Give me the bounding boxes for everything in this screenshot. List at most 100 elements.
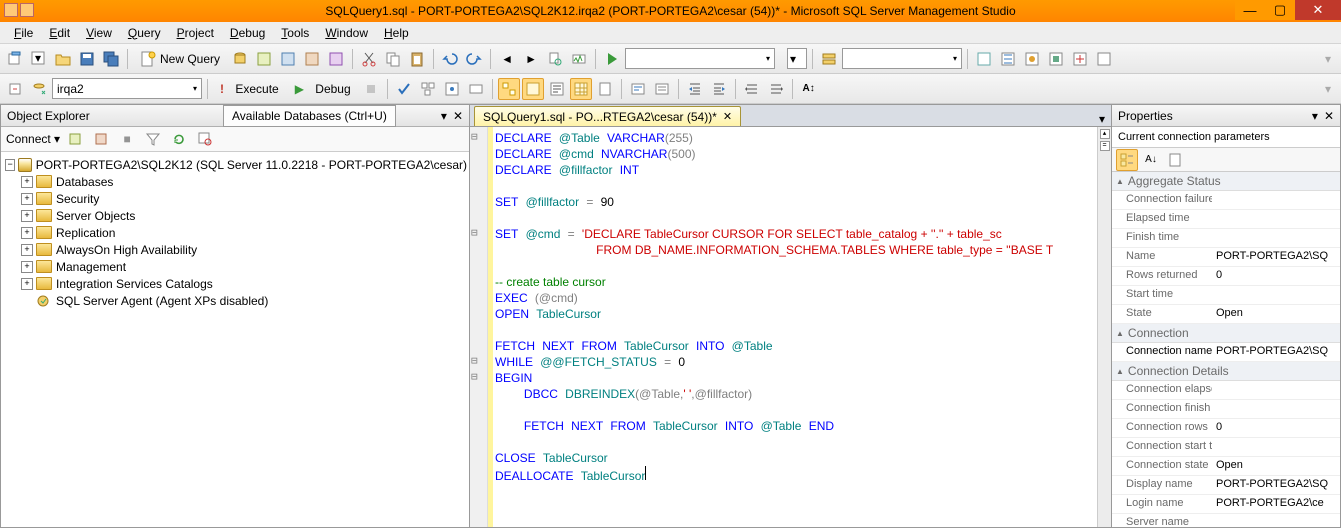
increase-indent-icon[interactable] xyxy=(765,78,787,100)
outline-collapse-icon[interactable]: ⊟ xyxy=(471,370,478,383)
menu-help[interactable]: Help xyxy=(376,23,417,43)
results-to-file-icon[interactable] xyxy=(594,78,616,100)
save-icon[interactable] xyxy=(76,48,98,70)
menu-edit[interactable]: Edit xyxy=(41,23,78,43)
tool-6-icon[interactable] xyxy=(1093,48,1115,70)
close-button[interactable]: ✕ xyxy=(1295,0,1341,20)
comment-icon[interactable] xyxy=(627,78,649,100)
activity-monitor-icon[interactable] xyxy=(568,48,590,70)
undo-icon[interactable] xyxy=(439,48,461,70)
solution-combo2[interactable]: ▾ xyxy=(842,48,962,69)
estimated-plan-icon[interactable] xyxy=(417,78,439,100)
outline-collapse-icon[interactable]: ⊟ xyxy=(471,130,478,143)
expand-icon[interactable]: + xyxy=(21,278,33,290)
tree-node[interactable]: +Databases xyxy=(3,173,467,190)
menu-view[interactable]: View xyxy=(78,23,120,43)
expand-icon[interactable]: + xyxy=(21,227,33,239)
prop-row[interactable]: Start time xyxy=(1112,286,1340,305)
prop-category[interactable]: ▲Connection Details xyxy=(1112,362,1340,381)
prop-row[interactable]: Login namePORT-PORTEGA2\ce xyxy=(1112,495,1340,514)
menu-file[interactable]: File xyxy=(6,23,41,43)
prop-row[interactable]: Connection failure xyxy=(1112,191,1340,210)
new-query-button[interactable]: New Query xyxy=(133,48,227,70)
menu-tools[interactable]: Tools xyxy=(273,23,317,43)
oe-stop-icon[interactable]: ■ xyxy=(116,128,138,150)
prop-row[interactable]: Connection namePORT-PORTEGA2\SQ xyxy=(1112,343,1340,362)
maximize-button[interactable]: ▢ xyxy=(1265,0,1295,20)
object-explorer-tree[interactable]: − PORT-PORTEGA2\SQL2K12 (SQL Server 11.0… xyxy=(1,152,469,527)
outline-collapse-icon[interactable]: ⊟ xyxy=(471,354,478,367)
alphabetical-icon[interactable]: A↓ xyxy=(1140,149,1162,171)
menu-debug[interactable]: Debug xyxy=(222,23,273,43)
cut-icon[interactable] xyxy=(358,48,380,70)
prop-row[interactable]: StateOpen xyxy=(1112,305,1340,324)
property-pages-icon[interactable] xyxy=(1164,149,1186,171)
tool-1-icon[interactable] xyxy=(973,48,995,70)
intellisense-icon[interactable] xyxy=(465,78,487,100)
tree-node[interactable]: +Integration Services Catalogs xyxy=(3,275,467,292)
tool-2-icon[interactable] xyxy=(997,48,1019,70)
code-editor[interactable]: DECLARE @Table VARCHAR(255) DECLARE @cmd… xyxy=(493,127,1097,527)
dmx-query-icon[interactable] xyxy=(301,48,323,70)
find-icon[interactable] xyxy=(544,48,566,70)
document-tab[interactable]: SQLQuery1.sql - PO...RTEGA2\cesar (54))*… xyxy=(474,106,741,126)
cancel-query-icon[interactable] xyxy=(360,78,382,100)
menu-query[interactable]: Query xyxy=(120,23,169,43)
database-combo[interactable]: irqa2▾ xyxy=(52,78,202,99)
oe-refresh-icon[interactable] xyxy=(168,128,190,150)
change-connection-icon[interactable] xyxy=(28,78,50,100)
include-actual-plan-icon[interactable] xyxy=(498,78,520,100)
prop-row[interactable]: Connection finish xyxy=(1112,400,1340,419)
prop-row[interactable]: Connection rows0 xyxy=(1112,419,1340,438)
tree-root[interactable]: − PORT-PORTEGA2\SQL2K12 (SQL Server 11.0… xyxy=(3,156,467,173)
redo-icon[interactable] xyxy=(463,48,485,70)
connect-icon[interactable] xyxy=(4,78,26,100)
copy-icon[interactable] xyxy=(382,48,404,70)
tree-node[interactable]: +Server Objects xyxy=(3,207,467,224)
tool-3-icon[interactable] xyxy=(1021,48,1043,70)
expand-icon[interactable]: + xyxy=(21,176,33,188)
save-all-icon[interactable] xyxy=(100,48,122,70)
oe-connect-icon[interactable] xyxy=(64,128,86,150)
query-options-icon[interactable] xyxy=(441,78,463,100)
tool-4-icon[interactable] xyxy=(1045,48,1067,70)
results-to-text-icon[interactable] xyxy=(546,78,568,100)
analysis-query-icon[interactable] xyxy=(253,48,275,70)
prop-category[interactable]: ▲Aggregate Status xyxy=(1112,172,1340,191)
config-button[interactable]: ▾ xyxy=(787,48,807,69)
tool-5-icon[interactable] xyxy=(1069,48,1091,70)
prop-row[interactable]: Connection start t xyxy=(1112,438,1340,457)
tree-node[interactable]: +Management xyxy=(3,258,467,275)
oe-filter-icon[interactable] xyxy=(142,128,164,150)
expand-icon[interactable]: + xyxy=(21,244,33,256)
expand-icon[interactable]: + xyxy=(21,210,33,222)
prop-row[interactable]: Connection stateOpen xyxy=(1112,457,1340,476)
outline-collapse-icon[interactable]: ⊟ xyxy=(471,226,478,239)
split-handle-icon[interactable]: = xyxy=(1100,141,1110,151)
tab-close-icon[interactable]: ✕ xyxy=(723,110,732,123)
paste-icon[interactable] xyxy=(406,48,428,70)
execute-button[interactable]: ! Execute xyxy=(213,78,286,100)
minimize-button[interactable]: — xyxy=(1235,0,1265,20)
outdent-icon[interactable] xyxy=(708,78,730,100)
tree-node[interactable]: +Security xyxy=(3,190,467,207)
tree-node[interactable]: +Replication xyxy=(3,224,467,241)
registered-servers-icon[interactable] xyxy=(818,48,840,70)
nav-back-icon[interactable]: ◄ xyxy=(496,48,518,70)
specify-template-icon[interactable]: A↕ xyxy=(798,78,820,100)
pin-icon[interactable]: ▾ xyxy=(1312,109,1318,123)
decrease-indent-icon[interactable] xyxy=(741,78,763,100)
prop-row[interactable]: Rows returned0 xyxy=(1112,267,1340,286)
tree-node[interactable]: +AlwaysOn High Availability xyxy=(3,241,467,258)
oe-disconnect-icon[interactable] xyxy=(90,128,112,150)
prop-category[interactable]: ▲Connection xyxy=(1112,324,1340,343)
expand-icon[interactable]: + xyxy=(21,261,33,273)
pin-icon[interactable]: ▾ xyxy=(441,109,447,123)
prop-row[interactable]: Server name xyxy=(1112,514,1340,527)
tab-dropdown-icon[interactable]: ▾ xyxy=(1099,112,1105,126)
categorized-icon[interactable] xyxy=(1116,149,1138,171)
connect-dropdown[interactable]: Connect ▾ xyxy=(6,132,60,146)
oe-search-icon[interactable] xyxy=(194,128,216,150)
nav-fwd-icon[interactable]: ► xyxy=(520,48,542,70)
prop-row[interactable]: NamePORT-PORTEGA2\SQ xyxy=(1112,248,1340,267)
